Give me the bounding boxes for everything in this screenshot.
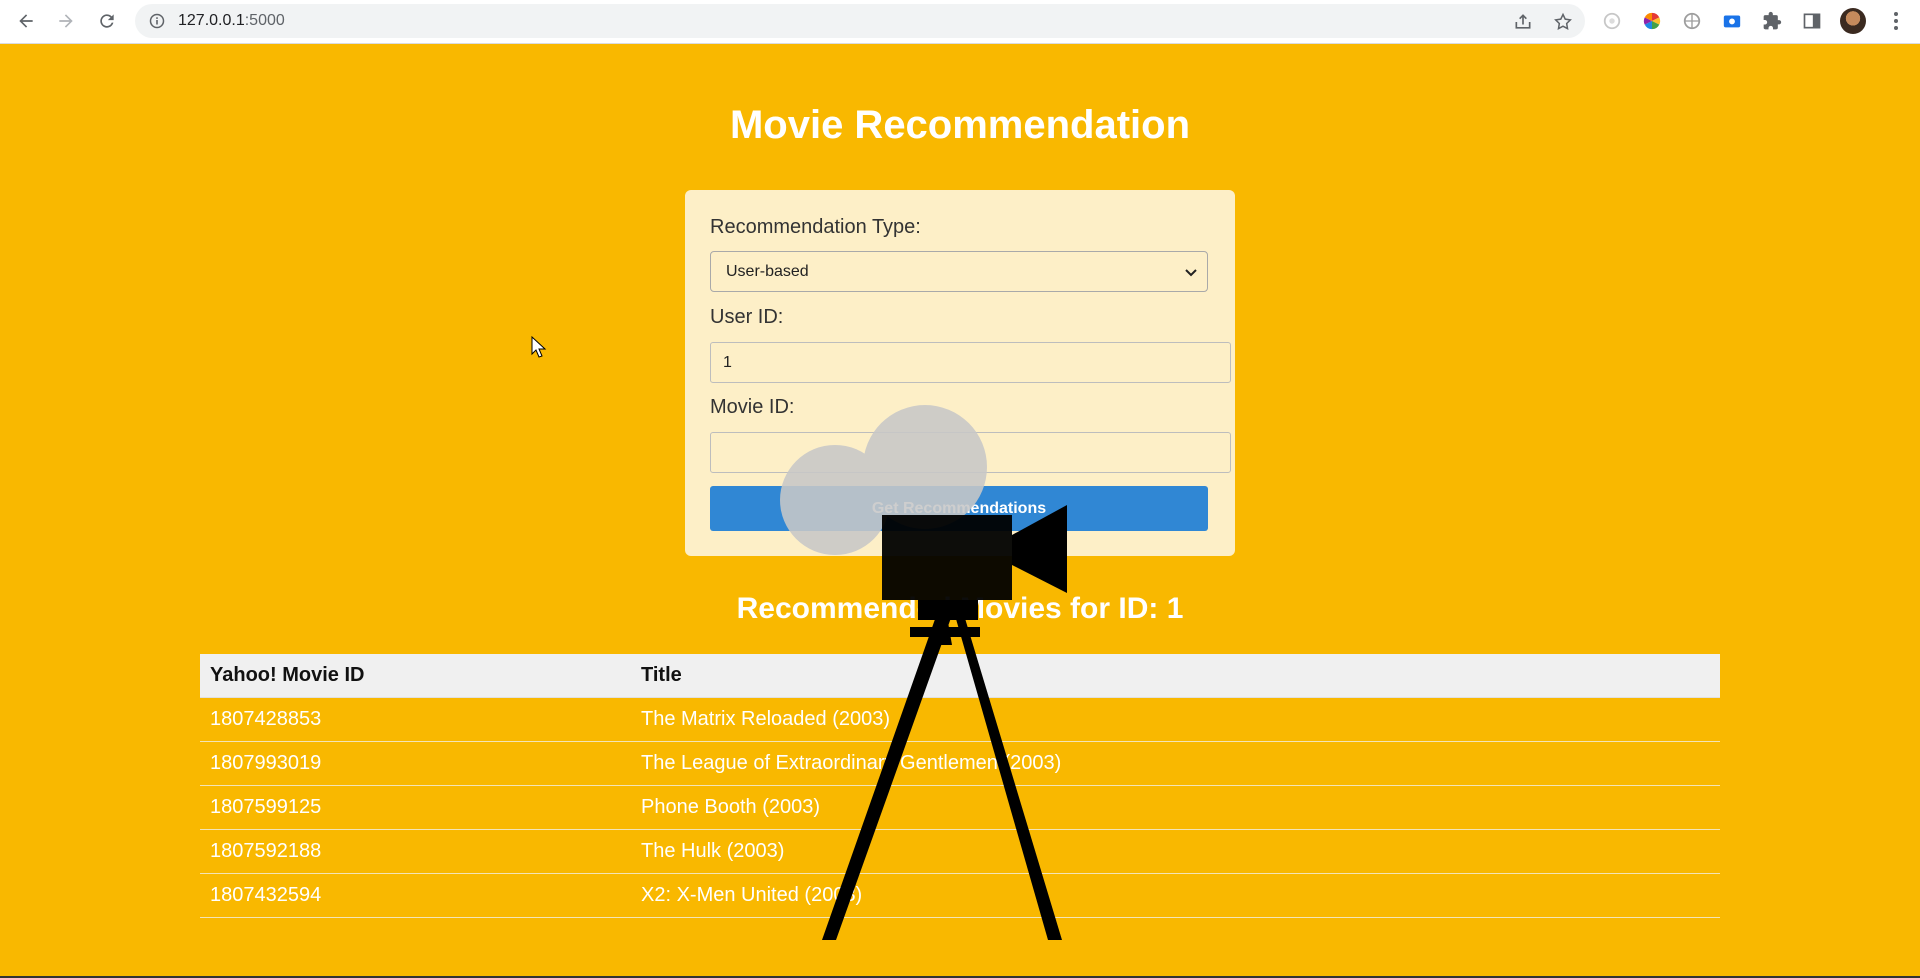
menu-icon[interactable] <box>1884 9 1908 33</box>
table-row: 1807428853 The Matrix Reloaded (2003) <box>200 697 1720 742</box>
table-row: 1807432594 X2: X-Men United (2003) <box>200 873 1720 918</box>
movie-id-cell: 1807993019 <box>200 741 631 786</box>
url-port: :5000 <box>244 12 285 29</box>
movie-title-cell: The Hulk (2003) <box>631 829 1720 874</box>
forward-button[interactable] <box>52 7 80 35</box>
camera-extension-icon[interactable] <box>1721 10 1743 32</box>
back-button[interactable] <box>12 7 40 35</box>
movie-title-cell: The Matrix Reloaded (2003) <box>631 697 1720 742</box>
results-heading: Recommended Movies for ID: 1 <box>736 592 1184 625</box>
movie-id-cell: 1807432594 <box>200 873 631 918</box>
sidebar-icon[interactable] <box>1801 10 1823 32</box>
recommendation-type-label: Recommendation Type: <box>710 216 921 238</box>
url-text: 127.0.0.1:5000 <box>178 12 285 30</box>
address-bar[interactable]: 127.0.0.1:5000 <box>135 4 1585 38</box>
chevron-down-icon <box>1185 269 1197 277</box>
movie-id-cell: 1807592188 <box>200 829 631 874</box>
table-header-row: Yahoo! Movie ID Title <box>200 654 1720 698</box>
puzzle-icon[interactable] <box>1761 10 1783 32</box>
reload-button[interactable] <box>93 7 121 35</box>
column-header-movie-id: Yahoo! Movie ID <box>200 654 631 698</box>
url-host: 127.0.0.1 <box>178 12 245 29</box>
globe-extension-icon[interactable] <box>1681 10 1703 32</box>
user-id-input[interactable]: 1 <box>710 342 1231 383</box>
get-recommendations-button[interactable]: Get Recommendations <box>710 486 1208 531</box>
movie-id-label: Movie ID: <box>710 396 795 418</box>
movie-title-cell: Phone Booth (2003) <box>631 785 1720 830</box>
movie-title-cell: The League of Extraordinary Gentlemen (2… <box>631 741 1720 786</box>
recommendation-type-select[interactable]: User-based <box>710 251 1208 292</box>
star-icon[interactable] <box>1553 12 1573 32</box>
page-title: Movie Recommendation <box>729 103 1191 147</box>
table-row: 1807993019 The League of Extraordinary G… <box>200 741 1720 786</box>
recommendations-table: Yahoo! Movie ID Title 1807428853 The Mat… <box>200 654 1720 918</box>
info-icon[interactable] <box>149 13 165 29</box>
movie-id-cell: 1807599125 <box>200 785 631 830</box>
movie-id-input[interactable] <box>710 432 1231 473</box>
browser-toolbar: 127.0.0.1:5000 <box>0 0 1920 44</box>
recommendation-type-value: User-based <box>726 263 809 280</box>
reload-icon <box>100 14 114 28</box>
forward-arrow-icon <box>59 14 73 28</box>
movie-id-cell: 1807428853 <box>200 697 631 742</box>
column-header-title: Title <box>631 654 1720 698</box>
table-row: 1807592188 The Hulk (2003) <box>200 829 1720 874</box>
extension-icon[interactable] <box>1601 10 1623 32</box>
share-icon[interactable] <box>1513 12 1533 32</box>
profile-avatar[interactable] <box>1840 8 1866 34</box>
recommendation-form: Recommendation Type: User-based User ID:… <box>685 190 1235 556</box>
table-row: 1807599125 Phone Booth (2003) <box>200 785 1720 830</box>
movie-title-cell: X2: X-Men United (2003) <box>631 873 1720 918</box>
back-arrow-icon <box>19 14 33 28</box>
color-wheel-extension-icon[interactable] <box>1641 10 1663 32</box>
mouse-cursor-icon <box>531 336 547 358</box>
user-id-label: User ID: <box>710 306 784 328</box>
